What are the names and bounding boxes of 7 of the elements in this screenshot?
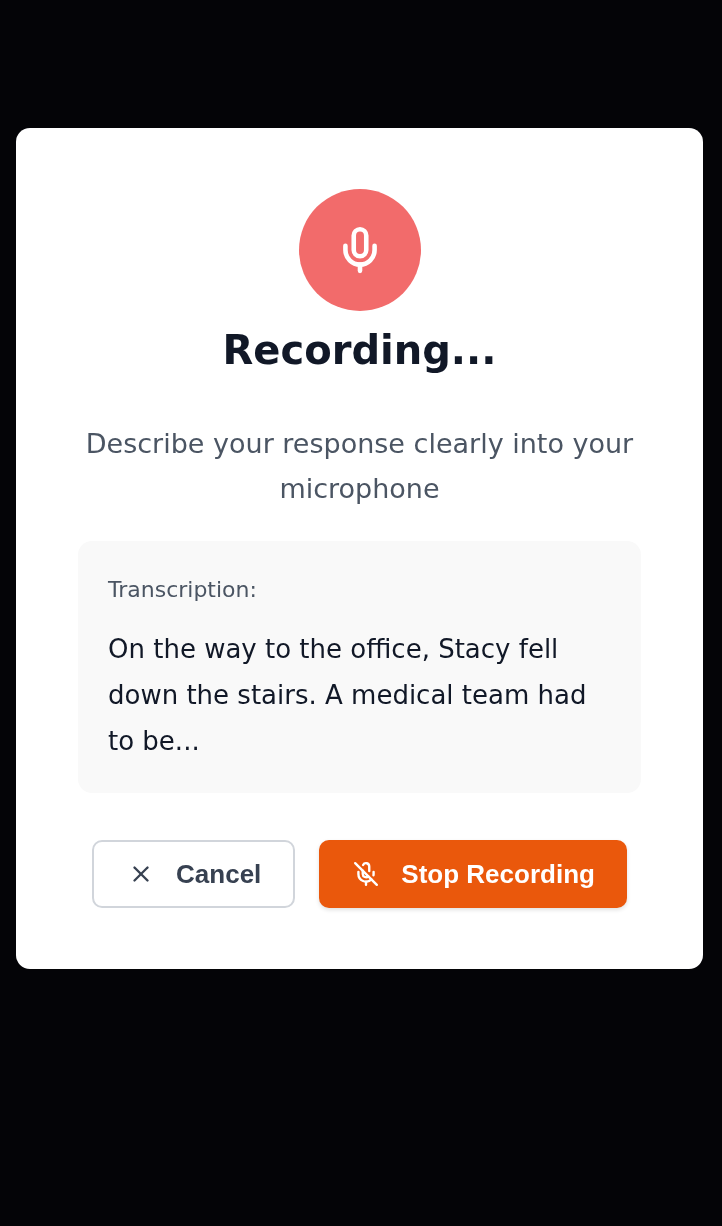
stop-recording-button[interactable]: Stop Recording — [319, 840, 627, 908]
dialog-subtitle: Describe your response clearly into your microphone — [84, 427, 635, 506]
transcription-text: On the way to the office, Stacy fell down the stairs. A medical team had to be... — [108, 633, 588, 758]
microphone-off-icon — [353, 861, 380, 887]
dialog-title: Recording... — [222, 326, 497, 375]
cancel-button[interactable]: Cancel — [92, 840, 296, 908]
transcription-label: Transcription: — [108, 576, 258, 604]
